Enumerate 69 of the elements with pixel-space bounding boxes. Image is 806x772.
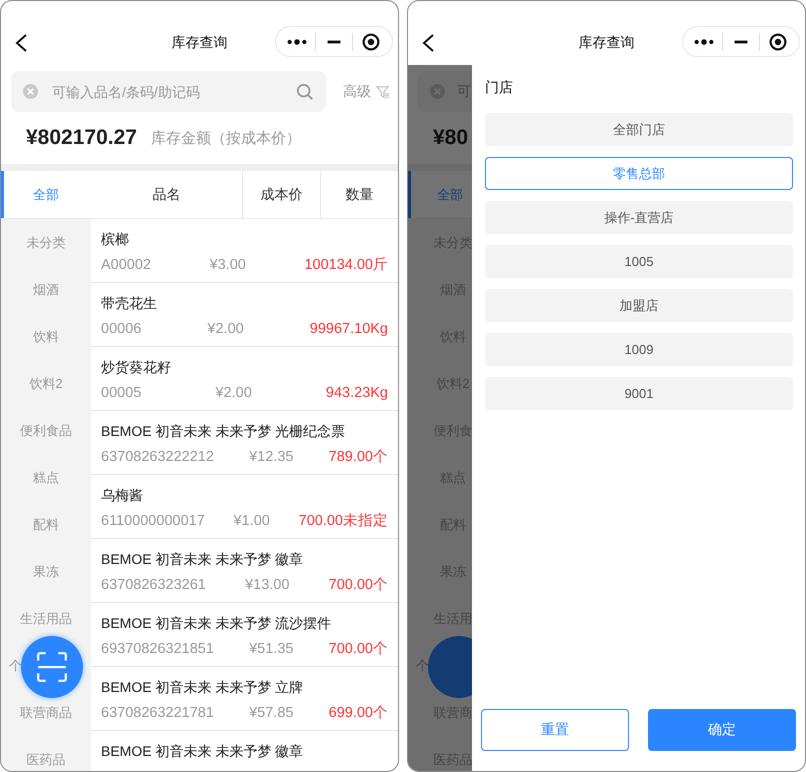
product-code: 6370826323261 — [101, 576, 206, 594]
store-option[interactable]: 全部门店 — [485, 113, 793, 146]
product-code: 63708263222212 — [101, 448, 214, 466]
store-option[interactable]: 零售总部 — [485, 157, 793, 190]
product-code: 6110000000017 — [101, 512, 205, 530]
cost-price: ¥2.00 — [207, 320, 244, 338]
category-item[interactable]: 饮料 — [33, 328, 59, 346]
stock-quantity: 99967.10Kg — [310, 320, 388, 338]
cost-price: ¥1.00 — [234, 512, 270, 530]
stock-quantity: 700.00个 — [328, 640, 388, 658]
category-item[interactable]: 医药品 — [26, 750, 66, 768]
stock-quantity: 699.00个 — [328, 704, 388, 722]
stock-quantity: 943.23Kg — [326, 384, 388, 402]
product-code: 63708263221781 — [101, 704, 214, 722]
total-amount: ¥80 — [433, 126, 468, 150]
store-option[interactable]: 9001 — [485, 377, 793, 410]
product-name: BEMOE 初音未来 未来予梦 光栅纪念票 — [101, 422, 346, 440]
stock-quantity: 100134.00斤 — [304, 256, 388, 274]
advanced-filter-button[interactable]: 高级 — [343, 82, 371, 100]
category-item[interactable]: 未分类 — [26, 234, 66, 252]
total-amount: ¥802170.27 — [26, 126, 137, 150]
product-name: BEMOE 初音未来 未来予梦 徽章 — [101, 742, 304, 760]
stock-quantity: 789.00个 — [328, 448, 388, 466]
product-name: 乌梅酱 — [101, 486, 144, 504]
search-icon[interactable] — [296, 82, 314, 100]
product-code: 00006 — [101, 320, 142, 338]
product-code: 00005 — [101, 384, 142, 402]
product-name: 带壳花生 — [101, 294, 158, 312]
confirm-button[interactable]: 确定 — [648, 709, 796, 751]
reset-button[interactable]: 重置 — [481, 709, 629, 751]
stock-quantity: 700.00未指定 — [298, 512, 388, 530]
store-option[interactable]: 操作-直营店 — [485, 201, 793, 234]
category-item[interactable]: 糕点 — [33, 468, 59, 486]
product-name: BEMOE 初音未来 未来予梦 立牌 — [101, 678, 304, 696]
category-item[interactable]: 生活用品 — [20, 610, 72, 628]
store-option[interactable]: 1009 — [485, 333, 793, 366]
store-option[interactable]: 加盟店 — [485, 289, 793, 322]
store-section-title: 门店 — [485, 79, 514, 95]
column-header: 品名 — [152, 184, 182, 204]
product-code: 69370826321851 — [101, 640, 214, 658]
cost-price: ¥12.35 — [249, 448, 294, 466]
cost-price: ¥2.00 — [215, 384, 252, 402]
product-name: 槟榔 — [101, 230, 130, 248]
cost-price: ¥13.00 — [245, 576, 290, 594]
category-item[interactable]: 配料 — [33, 516, 59, 534]
total-label: 库存金额（按成本价） — [150, 128, 301, 148]
cost-price: ¥51.35 — [249, 640, 294, 658]
cost-price: ¥3.00 — [210, 256, 246, 274]
product-name: BEMOE 初音未来 未来予梦 徽章 — [101, 550, 304, 568]
category-item[interactable]: 便利食品 — [20, 422, 72, 440]
category-item[interactable]: 烟酒 — [33, 280, 59, 298]
close-icon[interactable] — [360, 30, 382, 52]
product-name: 炒货葵花籽 — [101, 358, 172, 376]
scan-icon — [35, 650, 69, 684]
store-option[interactable]: 1005 — [485, 245, 793, 278]
product-code: A00002 — [101, 256, 151, 274]
column-header: 成本价 — [242, 171, 320, 218]
product-name: BEMOE 初音未来 未来予梦 流沙摆件 — [101, 614, 332, 632]
stock-quantity: 700.00个 — [328, 576, 388, 594]
search-input[interactable]: 可输入品名/条码/助记码 — [50, 82, 296, 100]
page-title: 库存查询 — [578, 33, 634, 52]
column-header: 数量 — [320, 171, 398, 218]
close-icon[interactable] — [767, 30, 790, 52]
search-bar[interactable]: 可输入品名/条码/助记码 — [11, 71, 326, 112]
category-item[interactable]: 联营商品 — [20, 704, 72, 722]
page-title: 库存查询 — [172, 33, 228, 52]
cost-price: ¥57.85 — [249, 704, 294, 722]
category-item[interactable]: 果冻 — [33, 562, 59, 580]
category-item[interactable]: 饮料2 — [29, 374, 63, 392]
